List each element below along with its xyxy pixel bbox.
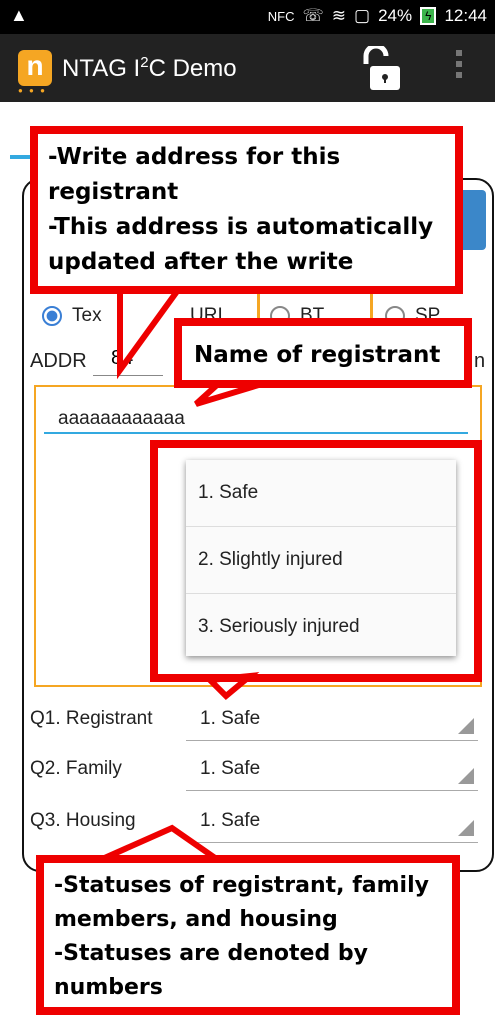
callout-address: -Write address for this registrant -This…: [30, 126, 463, 294]
callout-text: updated after the write: [48, 249, 354, 275]
warning-icon: ▲: [10, 5, 28, 25]
unlock-icon[interactable]: [362, 46, 402, 92]
overflow-menu-icon[interactable]: [456, 50, 464, 83]
radio-text[interactable]: Tex: [42, 296, 102, 336]
callout-text: Name of registrant: [194, 342, 441, 368]
status-bar: ▲ NFC ☏ ≋ ▢ 24% ϟ 12:44: [0, 0, 495, 34]
app-title-main: NTAG I: [62, 55, 141, 82]
nfc-icon: NFC: [267, 8, 295, 24]
clock: 12:44: [444, 6, 487, 25]
call-icon: ☏: [302, 6, 324, 25]
battery-icon: ϟ: [420, 7, 437, 25]
question-value: 1. Safe: [200, 708, 261, 729]
question-value: 1. Safe: [200, 810, 261, 831]
callout-text: -This address is automatically: [48, 214, 434, 240]
callout-text: registrant: [48, 179, 179, 205]
question-label: Q2. Family: [30, 758, 122, 779]
callout-text: -Write address for this: [48, 144, 341, 170]
callout-statuses: -Statuses of registrant, family members,…: [36, 855, 460, 1015]
dropdown-arrow-icon: [458, 718, 474, 734]
question-select[interactable]: 1. Safe: [186, 802, 478, 843]
callout-highlight-box: [150, 440, 482, 682]
logo-dots: ● ● ●: [18, 86, 47, 95]
radio-text-label: Tex: [72, 305, 102, 326]
app-title-end: C Demo: [148, 55, 237, 82]
addr-input[interactable]: 84: [93, 340, 163, 376]
callout-text: members, and housing: [54, 907, 338, 932]
question-select[interactable]: 1. Safe: [186, 750, 478, 791]
app-title-sup: 2: [140, 54, 149, 71]
sim-icon: ▢: [354, 6, 371, 25]
callout-text: -Statuses of registrant, family: [54, 873, 429, 898]
callout-name: Name of registrant: [174, 318, 472, 388]
logo-letter: n: [26, 50, 44, 81]
question-label: Q1. Registrant: [30, 708, 153, 729]
app-title: NTAG I2C Demo: [62, 54, 237, 83]
status-icons: NFC ☏ ≋ ▢ 24% ϟ 12:44: [268, 6, 487, 26]
radio-selected-icon: [42, 306, 62, 326]
question-label: Q3. Housing: [30, 810, 136, 831]
trailing-text: n: [474, 350, 486, 372]
battery-percent: 24%: [378, 6, 413, 25]
app-bar: n ● ● ● NTAG I2C Demo: [0, 34, 495, 102]
app-logo: n: [18, 50, 52, 86]
callout-text: -Statuses are denoted by: [54, 941, 368, 966]
wifi-icon: ≋: [331, 6, 346, 25]
dropdown-arrow-icon: [458, 820, 474, 836]
addr-label: ADDR: [30, 350, 87, 372]
dropdown-arrow-icon: [458, 768, 474, 784]
registrant-name-input[interactable]: aaaaaaaaaaaa: [44, 404, 468, 434]
question-select[interactable]: 1. Safe: [186, 700, 478, 741]
question-value: 1. Safe: [200, 758, 261, 779]
callout-text: numbers: [54, 975, 163, 1000]
